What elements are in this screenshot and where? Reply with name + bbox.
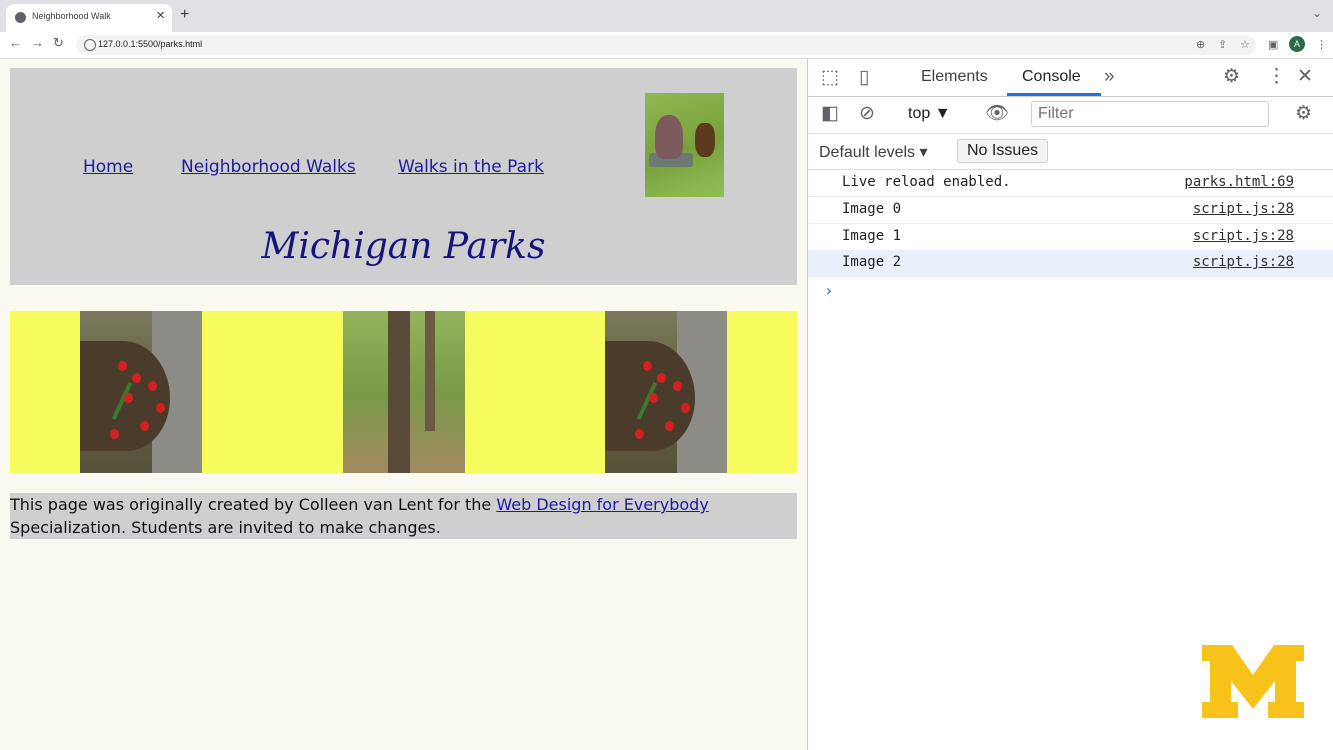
menu-dots-icon[interactable]: ⋮: [1316, 38, 1327, 51]
gear-icon[interactable]: ⚙: [1223, 65, 1240, 88]
log-message: Image 1: [842, 228, 902, 244]
devtools-tab-bar: ⬚ ▯ Elements Console » ⚙ ⋮ ✕: [808, 59, 1333, 97]
image-gallery: [10, 311, 797, 473]
footer-link[interactable]: Web Design for Everybody: [496, 495, 708, 514]
close-icon[interactable]: ✕: [1297, 65, 1313, 88]
close-tab-icon[interactable]: ✕: [156, 9, 165, 22]
dog-statue-photo: [645, 93, 724, 197]
globe-icon: [15, 12, 26, 23]
console-levels-bar: Default levels ▾ No Issues: [808, 134, 1333, 170]
device-toggle-icon[interactable]: ▯: [859, 66, 869, 89]
log-source-link[interactable]: script.js:28: [1193, 201, 1294, 217]
log-source-link[interactable]: script.js:28: [1193, 228, 1294, 244]
console-log-row: Live reload enabled. parks.html:69: [808, 170, 1333, 197]
eye-icon[interactable]: 👁: [985, 101, 1009, 125]
console-log-row: Image 1 script.js:28: [808, 224, 1333, 251]
block-m-logo: [1202, 645, 1304, 718]
tab-console[interactable]: Console: [1022, 68, 1081, 86]
browser-toolbar: ← → ↻ 127.0.0.1:5500/parks.html ⊕ ⇪ ☆ ▣ …: [0, 32, 1333, 59]
footer-text: This page was originally created by Coll…: [10, 495, 492, 514]
issues-button[interactable]: No Issues: [957, 139, 1049, 163]
gallery-image-forest: [343, 311, 465, 473]
side-panel-icon[interactable]: ▣: [1268, 38, 1278, 51]
console-prompt-icon[interactable]: ›: [824, 281, 834, 300]
gallery-image-tulips-2: [605, 311, 727, 473]
gallery-image-tulips: [80, 311, 202, 473]
zoom-icon[interactable]: ⊕: [1196, 38, 1205, 51]
inspect-element-icon[interactable]: ⬚: [821, 66, 839, 89]
console-log-row: Image 2 script.js:28: [808, 250, 1333, 277]
page-viewport: Home Neighborhood Walks Walks in the Par…: [0, 59, 807, 750]
log-message: Image 0: [842, 201, 902, 217]
page-header: Home Neighborhood Walks Walks in the Par…: [10, 68, 797, 285]
console-settings-icon[interactable]: ⚙: [1295, 102, 1312, 125]
nav-link-neighborhood-walks[interactable]: Neighborhood Walks: [181, 157, 356, 177]
url-text: 127.0.0.1:5500/parks.html: [98, 39, 203, 49]
reload-icon[interactable]: ↻: [53, 35, 64, 51]
active-tab-indicator: [1007, 93, 1101, 96]
clear-console-icon[interactable]: ⊘: [859, 102, 875, 125]
back-icon[interactable]: ←: [9, 35, 22, 50]
new-tab-button[interactable]: +: [180, 6, 189, 24]
share-icon[interactable]: ⇪: [1218, 38, 1227, 51]
tab-elements[interactable]: Elements: [921, 68, 988, 86]
browser-tab-strip: Neighborhood Walk ✕ + ⌄: [0, 0, 1333, 32]
nav-link-home[interactable]: Home: [83, 157, 133, 177]
log-levels-dropdown[interactable]: Default levels ▾: [819, 142, 928, 162]
more-tabs-icon[interactable]: »: [1104, 66, 1115, 88]
forward-icon[interactable]: →: [31, 35, 44, 50]
tab-title: Neighborhood Walk: [32, 11, 111, 21]
log-source-link[interactable]: parks.html:69: [1184, 174, 1294, 190]
footer-tail: Specialization. Students are invited to …: [10, 518, 441, 537]
filter-input[interactable]: [1031, 101, 1269, 127]
info-icon[interactable]: [84, 39, 96, 51]
browser-tab[interactable]: Neighborhood Walk ✕: [6, 4, 172, 32]
kebab-menu-icon[interactable]: ⋮: [1267, 65, 1286, 88]
console-toolbar: ◧ ⊘ top ▼ 👁 ⚙: [808, 97, 1333, 134]
console-log-row: Image 0 script.js:28: [808, 197, 1333, 224]
context-selector[interactable]: top ▼: [908, 105, 951, 123]
star-icon[interactable]: ☆: [1240, 38, 1250, 51]
log-message: Live reload enabled.: [842, 174, 1011, 190]
log-source-link[interactable]: script.js:28: [1193, 254, 1294, 270]
nav-link-walks-in-the-park[interactable]: Walks in the Park: [398, 157, 544, 177]
avatar[interactable]: A: [1289, 36, 1305, 52]
sidebar-toggle-icon[interactable]: ◧: [821, 102, 839, 125]
page-footer: This page was originally created by Coll…: [10, 493, 797, 539]
page-title: Michigan Parks: [261, 226, 546, 267]
chevron-down-icon[interactable]: ⌄: [1312, 6, 1322, 20]
address-bar[interactable]: 127.0.0.1:5500/parks.html: [76, 35, 1256, 55]
log-message: Image 2: [842, 254, 902, 270]
